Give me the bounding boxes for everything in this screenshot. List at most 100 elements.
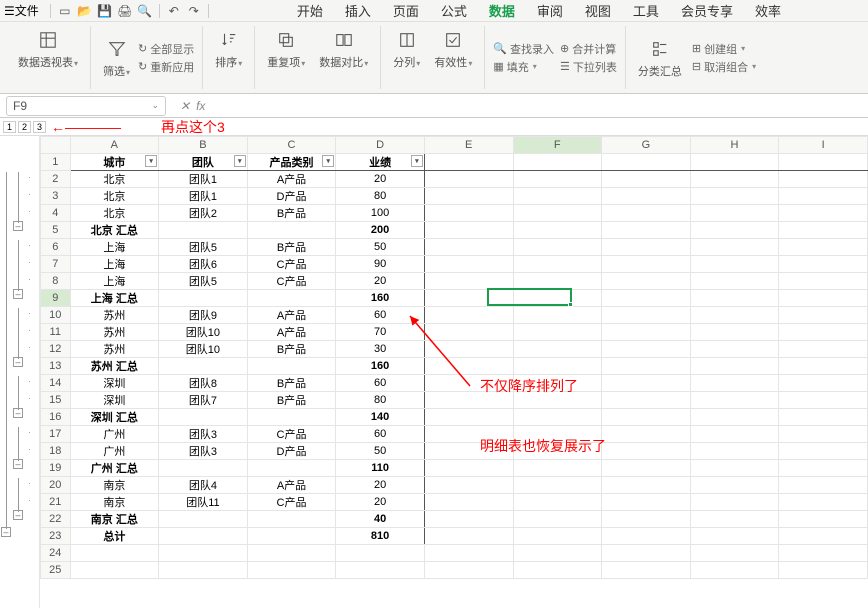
row-header-10[interactable]: 10: [41, 307, 71, 324]
cell-B14[interactable]: 团队8: [159, 375, 248, 392]
outline-collapse-button[interactable]: –: [13, 459, 23, 469]
cell-C12[interactable]: B产品: [247, 341, 336, 358]
cell-E21[interactable]: [424, 494, 513, 511]
cell-A25[interactable]: [70, 562, 159, 579]
save-icon[interactable]: 💾: [96, 2, 114, 20]
cell-E25[interactable]: [424, 562, 513, 579]
row-header-15[interactable]: 15: [41, 392, 71, 409]
cell-C14[interactable]: B产品: [247, 375, 336, 392]
redo-icon[interactable]: ↷: [185, 2, 203, 20]
cell-E16[interactable]: [424, 409, 513, 426]
cell-H25[interactable]: [690, 562, 779, 579]
cell-F12[interactable]: [513, 341, 602, 358]
cell-C11[interactable]: A产品: [247, 324, 336, 341]
cell-A6[interactable]: 上海: [70, 239, 159, 256]
print-icon[interactable]: 🖨: [116, 2, 134, 20]
cell-E15[interactable]: [424, 392, 513, 409]
cell-I2[interactable]: [779, 171, 868, 188]
row-header-3[interactable]: 3: [41, 188, 71, 205]
file-menu[interactable]: ☰ 文件: [4, 2, 39, 19]
lookup-button[interactable]: 🔍 查找录入: [493, 41, 554, 57]
tab-视图[interactable]: 视图: [583, 1, 613, 20]
row-header-23[interactable]: 23: [41, 528, 71, 545]
cell-H14[interactable]: [690, 375, 779, 392]
cell-F24[interactable]: [513, 545, 602, 562]
filter-dropdown-city[interactable]: ▾: [145, 155, 157, 167]
row-header-13[interactable]: 13: [41, 358, 71, 375]
row-header-25[interactable]: 25: [41, 562, 71, 579]
cell-E10[interactable]: [424, 307, 513, 324]
cell-A5[interactable]: 北京 汇总: [70, 222, 159, 239]
row-header-16[interactable]: 16: [41, 409, 71, 426]
cell-B4[interactable]: 团队2: [159, 205, 248, 222]
cell-H21[interactable]: [690, 494, 779, 511]
cell-I21[interactable]: [779, 494, 868, 511]
tab-审阅[interactable]: 审阅: [535, 1, 565, 20]
col-header-B[interactable]: B: [159, 137, 248, 154]
cell-D11[interactable]: 70: [336, 324, 425, 341]
cell-A8[interactable]: 上海: [70, 273, 159, 290]
outline-level-2[interactable]: 2: [18, 121, 31, 133]
cell-H6[interactable]: [690, 239, 779, 256]
outline-collapse-button[interactable]: –: [13, 221, 23, 231]
row-header-6[interactable]: 6: [41, 239, 71, 256]
row-header-11[interactable]: 11: [41, 324, 71, 341]
cell-B24[interactable]: [159, 545, 248, 562]
cell-G20[interactable]: [602, 477, 691, 494]
fx-icon[interactable]: fx: [196, 99, 205, 113]
tab-页面[interactable]: 页面: [391, 1, 421, 20]
cell-E14[interactable]: [424, 375, 513, 392]
undo-icon[interactable]: ↶: [165, 2, 183, 20]
cell-D25[interactable]: [336, 562, 425, 579]
cell-B6[interactable]: 团队5: [159, 239, 248, 256]
cell-F11[interactable]: [513, 324, 602, 341]
cell-C23[interactable]: [247, 528, 336, 545]
cell-E8[interactable]: [424, 273, 513, 290]
cell-F3[interactable]: [513, 188, 602, 205]
cell-B22[interactable]: [159, 511, 248, 528]
row-header-9[interactable]: 9: [41, 290, 71, 307]
cell-H13[interactable]: [690, 358, 779, 375]
cell-D10[interactable]: 60: [336, 307, 425, 324]
cell-H7[interactable]: [690, 256, 779, 273]
cell-G23[interactable]: [602, 528, 691, 545]
cell-I13[interactable]: [779, 358, 868, 375]
tab-效率[interactable]: 效率: [753, 1, 783, 20]
cell-I6[interactable]: [779, 239, 868, 256]
cell-G25[interactable]: [602, 562, 691, 579]
cell-H16[interactable]: [690, 409, 779, 426]
cell-G7[interactable]: [602, 256, 691, 273]
cell-F8[interactable]: [513, 273, 602, 290]
cell-D22[interactable]: 40: [336, 511, 425, 528]
cell-B21[interactable]: 团队11: [159, 494, 248, 511]
cell-B15[interactable]: 团队7: [159, 392, 248, 409]
row-header-22[interactable]: 22: [41, 511, 71, 528]
col-header-I[interactable]: I: [779, 137, 868, 154]
tab-插入[interactable]: 插入: [343, 1, 373, 20]
cell-I22[interactable]: [779, 511, 868, 528]
cell-H17[interactable]: [690, 426, 779, 443]
col-header-D[interactable]: D: [336, 137, 425, 154]
split-button[interactable]: 分列▾: [389, 26, 424, 89]
cell-E7[interactable]: [424, 256, 513, 273]
cell-C18[interactable]: D产品: [247, 443, 336, 460]
cell-C6[interactable]: B产品: [247, 239, 336, 256]
cell-D16[interactable]: 140: [336, 409, 425, 426]
outline-collapse-button[interactable]: –: [13, 408, 23, 418]
cell-G6[interactable]: [602, 239, 691, 256]
cell-G11[interactable]: [602, 324, 691, 341]
cell-C24[interactable]: [247, 545, 336, 562]
cell-A19[interactable]: 广州 汇总: [70, 460, 159, 477]
cell-A10[interactable]: 苏州: [70, 307, 159, 324]
cell-A17[interactable]: 广州: [70, 426, 159, 443]
cell-I5[interactable]: [779, 222, 868, 239]
cell-D12[interactable]: 30: [336, 341, 425, 358]
preview-icon[interactable]: 🔍: [136, 2, 154, 20]
cell-A3[interactable]: 北京: [70, 188, 159, 205]
cell-B16[interactable]: [159, 409, 248, 426]
row-header-7[interactable]: 7: [41, 256, 71, 273]
cell-I12[interactable]: [779, 341, 868, 358]
cell-C3[interactable]: D产品: [247, 188, 336, 205]
cell-C13[interactable]: [247, 358, 336, 375]
cell-C16[interactable]: [247, 409, 336, 426]
